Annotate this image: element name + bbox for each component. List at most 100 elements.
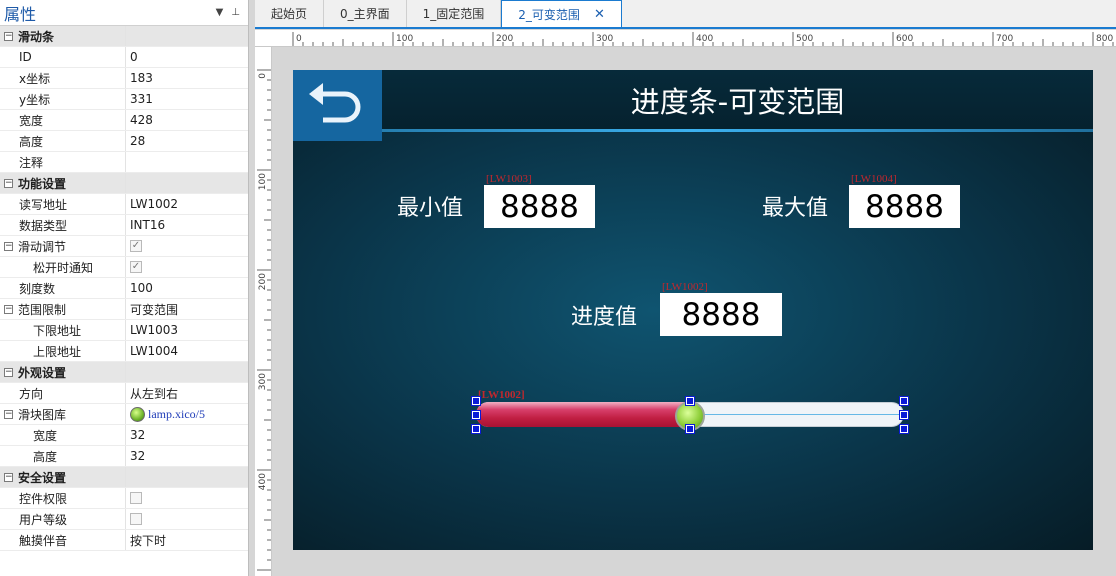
properties-panel: 属性 ▼ ⊥ − 滑动条 ID 0 x坐标 183 y坐标 331 宽度 428 高度 28 注释 − 功能… bbox=[0, 0, 249, 576]
property-value[interactable]: lamp.xico/5 bbox=[126, 404, 248, 424]
selection-handle[interactable] bbox=[685, 396, 695, 406]
property-row[interactable]: − 滑动调节 ✓ bbox=[0, 236, 248, 257]
property-row[interactable]: 高度 28 bbox=[0, 131, 248, 152]
collapse-toggle-icon[interactable]: − bbox=[4, 241, 13, 251]
close-icon[interactable]: ✕ bbox=[594, 7, 605, 22]
property-name: x坐标 bbox=[0, 68, 126, 88]
progress-value-display[interactable]: 8888 bbox=[660, 293, 782, 336]
property-row[interactable]: 高度 32 bbox=[0, 446, 248, 467]
property-name: 上限地址 bbox=[0, 341, 126, 361]
property-value[interactable]: INT16 bbox=[126, 215, 248, 235]
property-value-text: 28 bbox=[130, 134, 146, 148]
property-row[interactable]: 宽度 32 bbox=[0, 425, 248, 446]
property-row[interactable]: 宽度 428 bbox=[0, 110, 248, 131]
horizontal-ruler: 0 100 200 300 400 500 600 700 800 bbox=[255, 30, 1116, 47]
collapse-toggle-icon[interactable]: − bbox=[4, 304, 13, 314]
property-value[interactable]: 428 bbox=[126, 110, 248, 130]
selection-handle[interactable] bbox=[899, 410, 909, 420]
property-value-text: 可变范围 bbox=[130, 302, 179, 317]
tab-3[interactable]: 2_可变范围 ✕ bbox=[501, 0, 622, 27]
slider-control[interactable] bbox=[471, 396, 909, 434]
property-name: − 滑动条 bbox=[0, 26, 126, 46]
property-value[interactable]: ✓ bbox=[126, 236, 248, 256]
property-value[interactable]: 32 bbox=[126, 425, 248, 445]
property-row[interactable]: 刻度数 100 bbox=[0, 278, 248, 299]
property-value[interactable]: 183 bbox=[126, 68, 248, 88]
property-value[interactable]: 28 bbox=[126, 131, 248, 151]
property-name: 下限地址 bbox=[0, 320, 126, 340]
property-group[interactable]: − 安全设置 bbox=[0, 467, 248, 488]
max-label: 最大值 bbox=[762, 196, 829, 221]
property-value[interactable]: 100 bbox=[126, 278, 248, 298]
property-row[interactable]: ID 0 bbox=[0, 47, 248, 68]
collapse-toggle-icon[interactable]: − bbox=[4, 409, 13, 419]
ruler-label: 600 bbox=[896, 34, 913, 44]
property-value[interactable] bbox=[126, 152, 248, 172]
property-value-text: LW1002 bbox=[130, 197, 178, 211]
property-row[interactable]: 数据类型 INT16 bbox=[0, 215, 248, 236]
property-value[interactable] bbox=[126, 509, 248, 529]
property-row[interactable]: 下限地址 LW1003 bbox=[0, 320, 248, 341]
tab-1[interactable]: 0_主界面 bbox=[324, 0, 407, 27]
property-value-text: 从左到右 bbox=[130, 386, 179, 401]
panel-title: 属性 bbox=[4, 4, 37, 24]
property-value[interactable]: ✓ bbox=[126, 257, 248, 277]
selection-handle[interactable] bbox=[685, 424, 695, 434]
collapse-toggle-icon[interactable]: − bbox=[4, 472, 13, 482]
checkbox[interactable] bbox=[130, 513, 142, 525]
property-value[interactable]: 331 bbox=[126, 89, 248, 109]
tab-2[interactable]: 1_固定范围 bbox=[407, 0, 502, 27]
collapse-toggle-icon[interactable]: − bbox=[4, 367, 13, 377]
property-name-text: 控件权限 bbox=[19, 491, 68, 506]
checkbox[interactable] bbox=[130, 492, 142, 504]
property-value[interactable]: 32 bbox=[126, 446, 248, 466]
property-name-text: 滑动调节 bbox=[18, 239, 67, 254]
property-row[interactable]: − 范围限制 可变范围 bbox=[0, 299, 248, 320]
property-value[interactable] bbox=[126, 173, 248, 193]
selection-handle[interactable] bbox=[471, 410, 481, 420]
property-row[interactable]: x坐标 183 bbox=[0, 68, 248, 89]
back-button[interactable] bbox=[293, 70, 382, 141]
collapse-toggle-icon[interactable]: − bbox=[4, 178, 13, 188]
property-value[interactable] bbox=[126, 26, 248, 46]
max-value-display[interactable]: 8888 bbox=[849, 185, 960, 228]
property-row[interactable]: 用户等级 bbox=[0, 509, 248, 530]
property-name-text: 刻度数 bbox=[19, 281, 56, 296]
checkbox[interactable]: ✓ bbox=[130, 240, 142, 252]
property-row[interactable]: 读写地址 LW1002 bbox=[0, 194, 248, 215]
property-value[interactable]: 从左到右 bbox=[126, 383, 248, 403]
properties-header: 属性 ▼ ⊥ bbox=[0, 0, 248, 26]
property-value[interactable]: 0 bbox=[126, 47, 248, 67]
property-value[interactable]: 按下时 bbox=[126, 530, 248, 550]
property-row[interactable]: − 滑块图库 lamp.xico/5 bbox=[0, 404, 248, 425]
selection-handle[interactable] bbox=[899, 396, 909, 406]
property-value[interactable]: LW1002 bbox=[126, 194, 248, 214]
property-row[interactable]: 触摸伴音 按下时 bbox=[0, 530, 248, 551]
property-value[interactable]: 可变范围 bbox=[126, 299, 248, 319]
selection-handle[interactable] bbox=[471, 396, 481, 406]
pin-icon[interactable]: ⊥ bbox=[231, 7, 240, 18]
tab-0[interactable]: 起始页 bbox=[255, 0, 325, 27]
property-row[interactable]: 松开时通知 ✓ bbox=[0, 257, 248, 278]
collapse-toggle-icon[interactable]: − bbox=[4, 31, 13, 41]
property-value[interactable]: LW1004 bbox=[126, 341, 248, 361]
property-row[interactable]: y坐标 331 bbox=[0, 89, 248, 110]
property-row[interactable]: 上限地址 LW1004 bbox=[0, 341, 248, 362]
selection-handle[interactable] bbox=[899, 424, 909, 434]
property-value[interactable] bbox=[126, 488, 248, 508]
property-value[interactable] bbox=[126, 362, 248, 382]
checkbox[interactable]: ✓ bbox=[130, 261, 142, 273]
property-group[interactable]: − 功能设置 bbox=[0, 173, 248, 194]
property-row[interactable]: 方向 从左到右 bbox=[0, 383, 248, 404]
property-group[interactable]: − 外观设置 bbox=[0, 362, 248, 383]
selection-handle[interactable] bbox=[471, 424, 481, 434]
property-value[interactable]: LW1003 bbox=[126, 320, 248, 340]
property-row[interactable]: 注释 bbox=[0, 152, 248, 173]
property-name: 高度 bbox=[0, 446, 126, 466]
property-row[interactable]: 控件权限 bbox=[0, 488, 248, 509]
property-grid: − 滑动条 ID 0 x坐标 183 y坐标 331 宽度 428 高度 28 注释 − 功能设置 读写地址 L… bbox=[0, 26, 248, 551]
min-value-display[interactable]: 8888 bbox=[484, 185, 595, 228]
property-group[interactable]: − 滑动条 bbox=[0, 26, 248, 47]
dropdown-icon[interactable]: ▼ bbox=[216, 7, 224, 18]
property-value[interactable] bbox=[126, 467, 248, 487]
